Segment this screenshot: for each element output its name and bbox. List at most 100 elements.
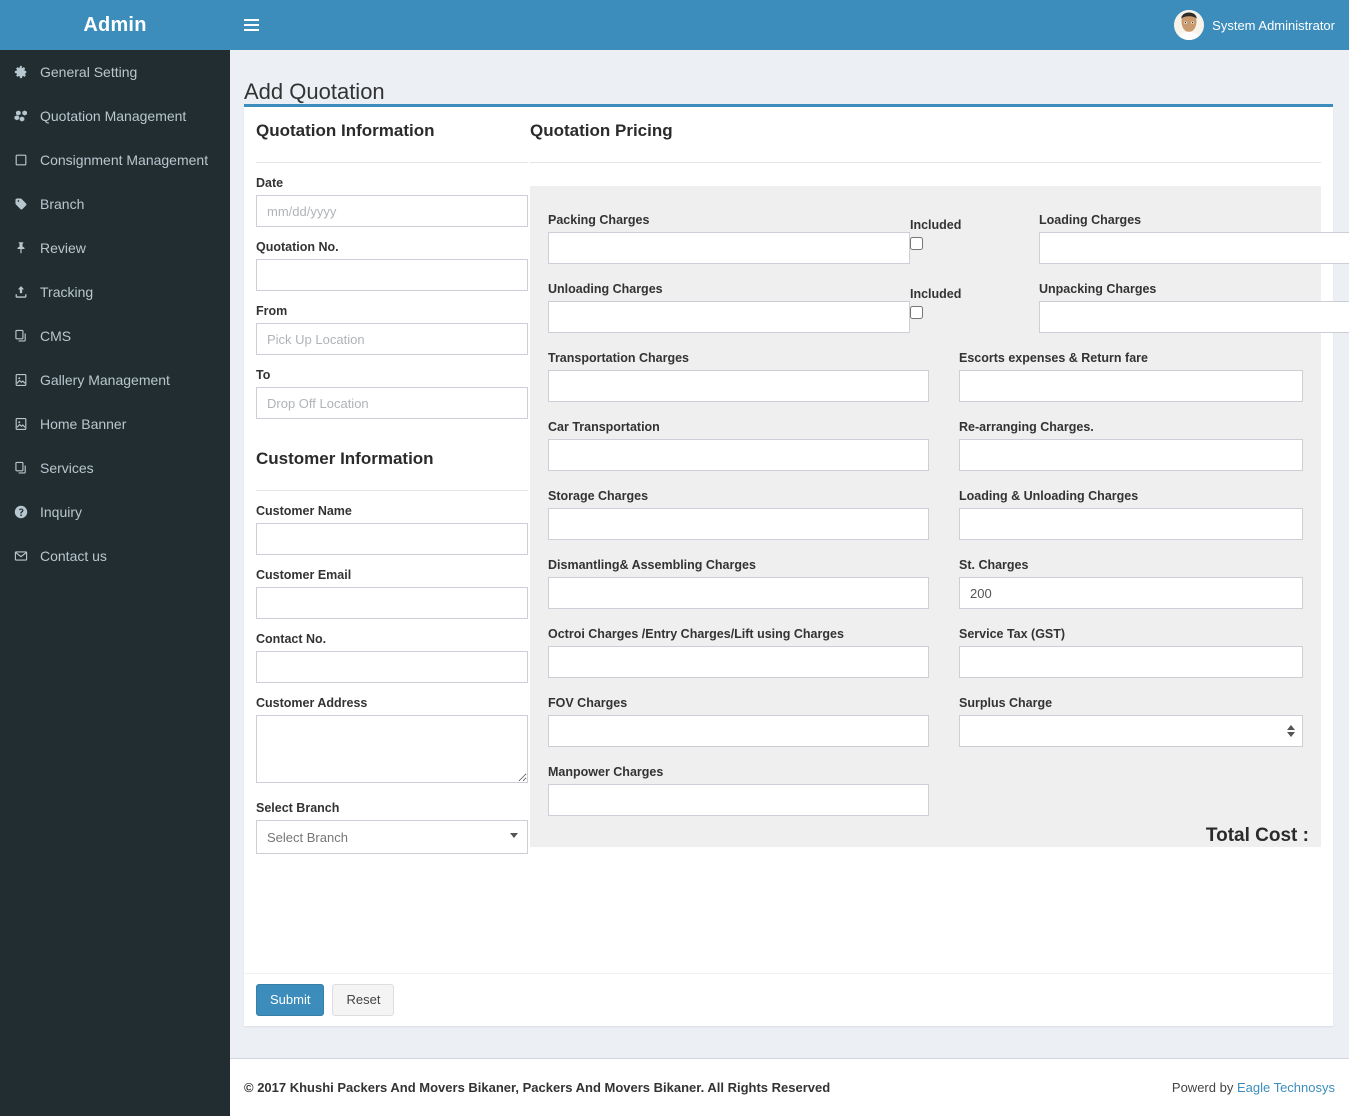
dismantling-assembling-charges-input[interactable]: [548, 577, 929, 609]
quotation-pricing-heading: Quotation Pricing: [530, 121, 673, 140]
service-tax-gst-input[interactable]: [959, 646, 1303, 678]
top-navbar: System Administrator: [230, 0, 1349, 50]
sidebar-item-label: Review: [40, 240, 86, 256]
right-pricing-column: Quotation Pricing Packing Charges Include…: [530, 107, 1349, 847]
sidebar-item-quotation-management[interactable]: Quotation Management: [0, 94, 230, 138]
customer-address-textarea[interactable]: [256, 715, 528, 783]
total-cost: Total Cost :: [1206, 825, 1309, 847]
surplus-charge-label: Surplus Charge: [959, 696, 1053, 710]
sidebar-item-home-banner[interactable]: Home Banner: [0, 402, 230, 446]
date-input[interactable]: [256, 195, 528, 227]
contact-no-label: Contact No.: [256, 632, 327, 646]
field-dismantling-assembling-charges: Dismantling& Assembling Charges: [548, 549, 929, 618]
quotation-no-input[interactable]: [256, 259, 528, 291]
loading-unloading-charges-input[interactable]: [959, 508, 1303, 540]
from-label: From: [256, 304, 288, 318]
st-charges-input[interactable]: [959, 577, 1303, 609]
submit-button[interactable]: Submit: [256, 984, 325, 1016]
customer-email-input[interactable]: [256, 587, 528, 619]
left-form-column: Quotation Information Date Quotation No.…: [256, 107, 528, 854]
sidebar-item-inquiry[interactable]: Inquiry: [0, 490, 230, 534]
envelope-icon: [14, 549, 40, 563]
field-to: To: [256, 368, 528, 419]
select-branch-label: Select Branch: [256, 801, 340, 815]
packing-charges-input[interactable]: [548, 232, 910, 264]
to-input[interactable]: [256, 387, 528, 419]
field-fov-charges: FOV Charges: [548, 687, 929, 756]
field-re-arranging-charges: Re-arranging Charges.: [959, 411, 1303, 480]
loading-unloading-charges-label: Loading & Unloading Charges: [959, 489, 1139, 503]
sidebar-item-general-setting[interactable]: General Setting: [0, 50, 230, 94]
field-storage-charges: Storage Charges: [548, 480, 929, 549]
sidebar-item-branch[interactable]: Branch: [0, 182, 230, 226]
eagle-technosys-link[interactable]: Eagle Technosys: [1237, 1080, 1335, 1095]
sidebar-item-contact-us[interactable]: Contact us: [0, 534, 230, 578]
sidebar-item-label: CMS: [40, 328, 72, 344]
contact-no-input[interactable]: [256, 651, 528, 683]
select-branch-dropdown[interactable]: Select Branch: [256, 820, 528, 854]
field-contact-no: Contact No.: [256, 632, 528, 683]
re-arranging-charges-input[interactable]: [959, 439, 1303, 471]
octroi-charges-entry-charges-lift-using-charges-input[interactable]: [548, 646, 929, 678]
brand-logo[interactable]: Admin: [0, 0, 230, 50]
section-divider: [256, 162, 528, 163]
unpacking-charges-input[interactable]: [1039, 301, 1349, 333]
user-menu[interactable]: System Administrator: [1174, 0, 1335, 50]
unloading-charges-included-checkbox[interactable]: [910, 306, 923, 319]
transportation-charges-input[interactable]: [548, 370, 929, 402]
sidebar-nav: General Setting Quotation Management Consi…: [0, 50, 230, 578]
unloading-charges-input[interactable]: [548, 301, 910, 333]
customer-name-input[interactable]: [256, 523, 528, 555]
field-loading-charges: Loading Charges: [1039, 204, 1349, 273]
sidebar-item-review[interactable]: Review: [0, 226, 230, 270]
powered-by-prefix: Powerd by: [1171, 1080, 1237, 1095]
transportation-charges-label: Transportation Charges: [548, 351, 689, 365]
field-date: Date: [256, 176, 528, 227]
reset-button[interactable]: Reset: [332, 984, 395, 1016]
page-footer: © 2017 Khushi Packers And Movers Bikaner…: [230, 1058, 1349, 1116]
customer-email-label: Customer Email: [256, 568, 352, 582]
manpower-charges-input[interactable]: [548, 784, 929, 816]
form-footer: Submit Reset: [244, 973, 1333, 1026]
car-transportation-input[interactable]: [548, 439, 929, 471]
section-divider: [530, 162, 1321, 163]
field-octroi-charges-entry-charges-lift-using-charges: Octroi Charges /Entry Charges/Lift using…: [548, 618, 929, 687]
st-charges-label: St. Charges: [959, 558, 1029, 572]
surplus-charge-input[interactable]: [959, 715, 1303, 747]
service-tax-gst-label: Service Tax (GST): [959, 627, 1066, 641]
select-branch-wrapper: Select Branch: [256, 820, 528, 854]
escorts-expenses-return-fare-input[interactable]: [959, 370, 1303, 402]
unloading-charges-label: Unloading Charges: [548, 282, 663, 296]
from-input[interactable]: [256, 323, 528, 355]
sidebar-item-label: Inquiry: [40, 504, 83, 520]
field-st-charges: St. Charges: [959, 549, 1303, 618]
field-manpower-charges: Manpower Charges: [548, 756, 929, 825]
form-body: Quotation Information Date Quotation No.…: [244, 107, 1349, 976]
field-loading-unloading-charges: Loading & Unloading Charges: [959, 480, 1303, 549]
loading-charges-label: Loading Charges: [1039, 213, 1142, 227]
re-arranging-charges-label: Re-arranging Charges.: [959, 420, 1094, 434]
sidebar-item-consignment-management[interactable]: Consignment Management: [0, 138, 230, 182]
packing-charges-included-checkbox[interactable]: [910, 237, 923, 250]
sidebar-item-label: Contact us: [40, 548, 107, 564]
stepper-arrows-icon[interactable]: [1287, 725, 1295, 737]
copy-icon: [14, 461, 40, 475]
field-car-transportation: Car Transportation: [548, 411, 929, 480]
loading-charges-input[interactable]: [1039, 232, 1349, 264]
field-customer-address: Customer Address: [256, 696, 528, 788]
sidebar-item-gallery-management[interactable]: Gallery Management: [0, 358, 230, 402]
sidebar-item-services[interactable]: Services: [0, 446, 230, 490]
image-file-icon: [14, 417, 40, 431]
sidebar-item-cms[interactable]: CMS: [0, 314, 230, 358]
field-unpacking-charges: Unpacking Charges: [1039, 273, 1349, 342]
fov-charges-input[interactable]: [548, 715, 929, 747]
escorts-expenses-return-fare-label: Escorts expenses & Return fare: [959, 351, 1148, 365]
field-customer-name: Customer Name: [256, 504, 528, 555]
hamburger-menu-icon[interactable]: [230, 0, 272, 50]
car-transportation-label: Car Transportation: [548, 420, 660, 434]
field-transportation-charges: Transportation Charges: [548, 342, 929, 411]
sidebar: Admin General Setting Quotation Managemen…: [0, 0, 230, 1116]
sidebar-item-tracking[interactable]: Tracking: [0, 270, 230, 314]
sidebar-item-label: Branch: [40, 196, 85, 212]
storage-charges-input[interactable]: [548, 508, 929, 540]
